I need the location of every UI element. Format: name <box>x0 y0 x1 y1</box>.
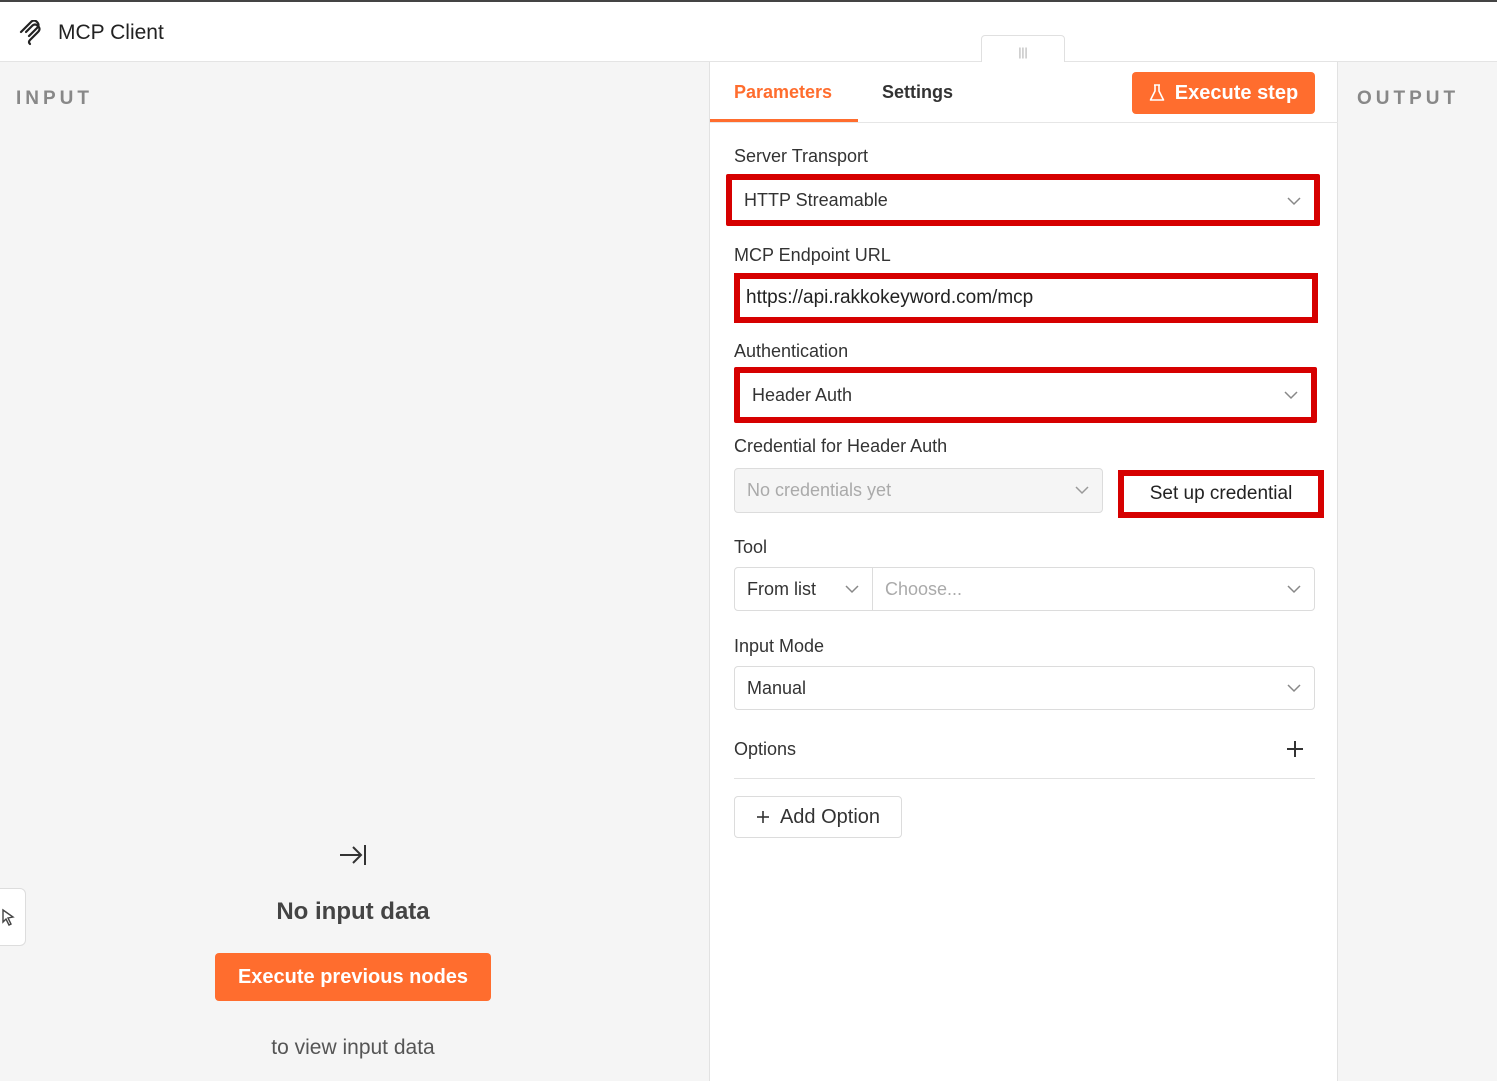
tool-label: Tool <box>734 537 768 557</box>
options-label: Options <box>734 739 797 759</box>
execute-step-button[interactable]: Execute step <box>1132 72 1315 114</box>
tab-parameters[interactable]: Parameters <box>734 82 832 103</box>
tab-settings[interactable]: Settings <box>882 82 953 103</box>
chevron-down-icon <box>1287 585 1301 594</box>
options-row: Options <box>734 732 1315 779</box>
endpoint-url-label: MCP Endpoint URL <box>734 245 891 265</box>
tool-mode-select[interactable]: From list <box>734 567 873 611</box>
no-input-title: No input data <box>276 898 430 925</box>
input-mode-value: Manual <box>747 677 807 698</box>
execute-previous-nodes-button[interactable]: Execute previous nodes <box>215 953 491 1001</box>
endpoint-url-input[interactable]: https://api.rakkokeyword.com/mcp <box>734 273 1318 323</box>
chevron-down-icon <box>1287 684 1301 693</box>
credential-placeholder: No credentials yet <box>747 480 892 500</box>
credential-select[interactable]: No credentials yet <box>734 468 1103 513</box>
authentication-value: Header Auth <box>752 384 853 405</box>
pointer-icon <box>2 908 15 926</box>
server-transport-value: HTTP Streamable <box>744 189 888 210</box>
input-pane-label: INPUT <box>16 88 93 109</box>
tool-select[interactable]: Choose... <box>872 567 1315 611</box>
output-pane: OUTPUT <box>1338 62 1497 1081</box>
plus-icon[interactable] <box>1285 739 1305 759</box>
chevron-down-icon <box>1075 486 1089 495</box>
flask-icon <box>1149 84 1165 101</box>
input-mode-label: Input Mode <box>734 636 825 656</box>
side-collapse-tab[interactable] <box>0 888 26 946</box>
add-option-button[interactable]: Add Option <box>734 796 902 838</box>
tool-placeholder: Choose... <box>885 578 963 599</box>
active-tab-indicator <box>710 119 858 122</box>
chevron-down-icon <box>1287 197 1301 206</box>
authentication-label: Authentication <box>734 341 849 361</box>
mcp-logo-icon <box>19 20 41 46</box>
authentication-select[interactable]: Header Auth <box>734 367 1317 423</box>
view-input-hint: to view input data <box>271 1036 435 1059</box>
arrow-to-right-icon <box>340 845 366 865</box>
server-transport-select[interactable]: HTTP Streamable <box>726 174 1320 226</box>
chevron-down-icon <box>845 585 859 594</box>
chevron-down-icon <box>1284 391 1298 400</box>
parameters-pane: Parameters Settings Execute step Server … <box>709 62 1338 1081</box>
tool-mode-value: From list <box>747 578 816 599</box>
server-transport-label: Server Transport <box>734 146 869 166</box>
input-mode-select[interactable]: Manual <box>734 666 1315 710</box>
panel-drag-handle[interactable]: ||| <box>981 35 1065 62</box>
execute-step-label: Execute step <box>1174 81 1299 104</box>
input-pane: INPUT No input data Execute previous nod… <box>0 62 709 1081</box>
tab-bar: Parameters Settings Execute step <box>710 62 1338 123</box>
output-pane-label: OUTPUT <box>1357 88 1460 109</box>
add-option-label: Add Option <box>779 805 881 828</box>
plus-icon <box>756 811 769 823</box>
app-title: MCP Client <box>58 21 164 44</box>
setup-credential-button[interactable]: Set up credential <box>1118 470 1324 518</box>
credential-label: Credential for Header Auth <box>734 436 948 456</box>
top-bar: MCP Client <box>0 0 1497 62</box>
